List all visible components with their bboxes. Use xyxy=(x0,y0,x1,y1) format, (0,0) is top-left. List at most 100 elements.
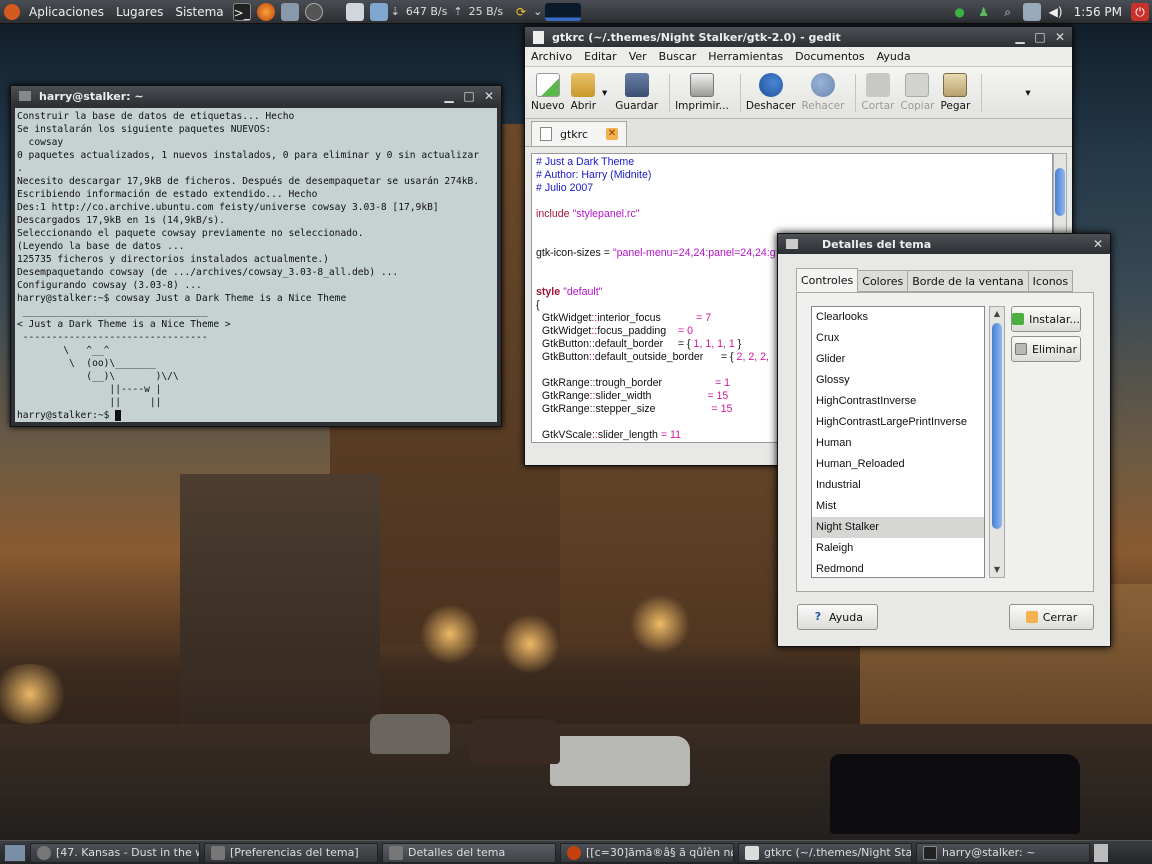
theme-list-item[interactable]: Industrial xyxy=(812,475,984,496)
trash-icon[interactable] xyxy=(1094,843,1108,862)
theme-list-item[interactable]: Human_Reloaded xyxy=(812,454,984,475)
terminal-output[interactable]: Construir la base de datos de etiquetas.… xyxy=(15,108,497,422)
menu-tools[interactable]: Herramientas xyxy=(702,50,789,63)
user-status-icon[interactable]: ♟ xyxy=(975,3,993,21)
install-button[interactable]: Instalar... xyxy=(1011,306,1081,332)
show-desktop-icon[interactable] xyxy=(4,843,26,862)
chevron-down-icon[interactable]: ⌄ xyxy=(533,5,542,18)
help-button[interactable]: ? Ayuda xyxy=(797,604,878,630)
media-launcher-icon[interactable] xyxy=(304,2,323,21)
menu-help[interactable]: Ayuda xyxy=(871,50,917,63)
theme-list-item[interactable]: Night Stalker xyxy=(812,517,984,538)
theme-list-item[interactable]: Mist xyxy=(812,496,984,517)
clock[interactable]: 1:56 PM xyxy=(1068,5,1128,19)
close-dialog-button[interactable]: Cerrar xyxy=(1009,604,1094,630)
taskbar-item[interactable]: harry@stalker: ~ xyxy=(916,842,1090,863)
theme-list-item[interactable]: Redmond xyxy=(812,559,984,577)
messenger-launcher-icon[interactable] xyxy=(280,2,299,21)
power-icon[interactable]: ⏻ xyxy=(1131,2,1149,21)
tab-gtkrc[interactable]: gtkrc ✕ xyxy=(531,121,627,146)
theme-list-item[interactable]: Glider xyxy=(812,349,984,370)
terminal-icon xyxy=(923,845,937,860)
gedit-tabs: gtkrc ✕ xyxy=(525,119,1072,147)
theme-list-item[interactable]: Raleigh xyxy=(812,538,984,559)
terminal-lines: Construir la base de datos de etiquetas.… xyxy=(17,110,495,409)
close-tab-icon[interactable]: ✕ xyxy=(606,128,618,140)
save-button[interactable]: Guardar xyxy=(615,73,658,112)
menu-search[interactable]: Buscar xyxy=(653,50,703,63)
network-icon[interactable] xyxy=(1022,2,1041,21)
system-monitor-graph-icon[interactable] xyxy=(545,2,582,21)
screenshot-icon[interactable] xyxy=(345,2,364,21)
close-button[interactable]: ✕ xyxy=(1090,237,1106,251)
volume-icon[interactable]: ◀) xyxy=(1047,3,1065,21)
open-dropdown[interactable]: ▾ xyxy=(602,87,607,99)
document-icon[interactable] xyxy=(533,30,544,44)
dialog-icon xyxy=(389,845,403,860)
ubuntu-logo-icon[interactable] xyxy=(4,3,20,20)
menu-view[interactable]: Ver xyxy=(623,50,653,63)
dialog-titlebar[interactable]: Detalles del tema ✕ xyxy=(778,234,1110,254)
new-document-icon xyxy=(535,73,560,97)
code-token: = 0 xyxy=(677,325,693,337)
toolbar-overflow-button[interactable]: ▾ xyxy=(1025,87,1030,99)
terminal-titlebar[interactable]: harry@stalker: ~ ▁ □ ✕ xyxy=(11,86,501,106)
open-button[interactable]: Abrir xyxy=(571,73,596,112)
theme-list-item[interactable]: Human xyxy=(812,433,984,454)
terminal-window-menu-icon[interactable] xyxy=(19,91,31,101)
gedit-titlebar[interactable]: gtkrc (~/.themes/Night Stalker/gtk-2.0) … xyxy=(525,27,1072,47)
rhythmbox-icon[interactable]: ⟳ xyxy=(512,3,530,21)
remove-button[interactable]: Eliminar xyxy=(1011,336,1081,362)
menu-documents[interactable]: Documentos xyxy=(789,50,870,63)
close-button[interactable]: ✕ xyxy=(1052,30,1068,44)
close-button[interactable]: ✕ xyxy=(481,89,497,103)
scrollbar-thumb[interactable] xyxy=(1055,168,1065,216)
maximize-button[interactable]: □ xyxy=(1032,30,1048,44)
chevron-down-icon: ▾ xyxy=(1025,86,1031,99)
undo-button[interactable]: Deshacer xyxy=(746,73,795,112)
tab-controls[interactable]: Controles xyxy=(796,268,859,292)
taskbar-item[interactable]: [[c=30]ãmã®â§ ã qûîèn nø t... xyxy=(560,842,734,863)
theme-list-item[interactable]: Clearlooks xyxy=(812,307,984,328)
taskbar-item[interactable]: [47. Kansas - Dust in the w... xyxy=(30,842,200,863)
menu-system[interactable]: Sistema xyxy=(169,5,229,19)
terminal-launcher-icon[interactable]: >_ xyxy=(232,2,251,21)
theme-list[interactable]: Clearlooks Crux Glider Glossy HighContrastIn… xyxy=(811,306,985,578)
maximize-button[interactable]: □ xyxy=(461,89,477,103)
taskbar-item[interactable]: gtkrc (~/.themes/Night Stalk... xyxy=(738,842,912,863)
menu-applications[interactable]: Aplicaciones xyxy=(23,5,110,19)
terminal-line: Desempaquetando cowsay (de .../archives/… xyxy=(17,267,399,278)
theme-list-item[interactable]: Glossy xyxy=(812,370,984,391)
dialog-window-icon[interactable] xyxy=(786,239,798,249)
code-line: # Just a Dark Theme xyxy=(536,156,1048,169)
search-icon[interactable]: ⌕ xyxy=(999,3,1017,21)
firefox-launcher-icon[interactable] xyxy=(256,2,275,21)
theme-list-item[interactable]: HighContrastLargePrintInverse xyxy=(812,412,984,433)
paste-button[interactable]: Pegar xyxy=(940,73,970,112)
scroll-up-icon[interactable]: ▲ xyxy=(990,307,1004,321)
tab-window-border[interactable]: Borde de la ventana xyxy=(907,270,1029,292)
copy-button[interactable]: Copiar xyxy=(900,73,934,112)
scroll-down-icon[interactable]: ▼ xyxy=(990,563,1004,577)
menu-places[interactable]: Lugares xyxy=(110,5,169,19)
new-button[interactable]: Nuevo xyxy=(531,73,565,112)
minimize-button[interactable]: ▁ xyxy=(1012,30,1028,44)
tab-colors[interactable]: Colores xyxy=(857,270,909,292)
minimize-button[interactable]: ▁ xyxy=(441,89,457,103)
notification-icon[interactable]: ● xyxy=(951,3,969,21)
cut-button[interactable]: Cortar xyxy=(861,73,894,112)
theme-list-item[interactable]: Crux xyxy=(812,328,984,349)
taskbar-item[interactable]: [Preferencias del tema] xyxy=(204,842,378,863)
print-button[interactable]: Imprimir... xyxy=(675,73,729,112)
menu-edit[interactable]: Editar xyxy=(578,50,623,63)
taskbar-item[interactable]: Detalles del tema xyxy=(382,842,556,863)
terminal-line: < Just a Dark Theme is a Nice Theme > xyxy=(17,319,231,330)
scrollbar-thumb[interactable] xyxy=(992,323,1002,529)
gedit-menubar: Archivo Editar Ver Buscar Herramientas D… xyxy=(525,47,1072,67)
theme-list-item[interactable]: HighContrastInverse xyxy=(812,391,984,412)
network-monitor-icon[interactable] xyxy=(369,2,388,21)
menu-file[interactable]: Archivo xyxy=(525,50,578,63)
theme-list-scrollbar[interactable]: ▲ ▼ xyxy=(989,306,1005,578)
redo-button[interactable]: Rehacer xyxy=(801,73,844,112)
tab-icons[interactable]: Iconos xyxy=(1027,270,1074,292)
